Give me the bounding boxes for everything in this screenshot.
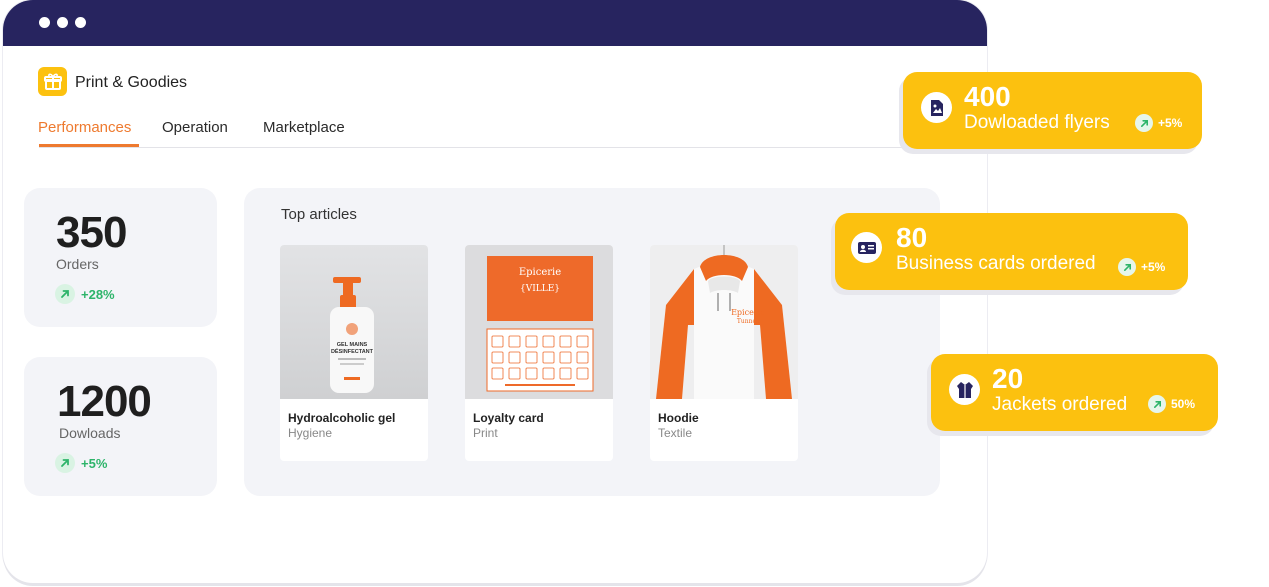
trend-indicator: +5% (1135, 114, 1182, 132)
app-title: Print & Goodies (75, 74, 188, 91)
hoodie-print-line2: Tunnes (737, 318, 759, 325)
badge-value: 20 (992, 363, 1024, 394)
gift-icon (38, 67, 67, 96)
jacket-icon (949, 374, 980, 405)
window-titlebar (3, 0, 987, 46)
article-card-hoodie[interactable]: Epicerie Tunnes Hoodie Textile (650, 245, 798, 461)
article-name: Hydroalcoholic gel (288, 411, 396, 425)
hoodie-print-line1: Epicerie (731, 308, 765, 317)
badge-downloaded-flyers: 400 Dowloaded flyers +5% (903, 72, 1202, 149)
trend-value: +5% (1141, 260, 1166, 274)
article-category: Print (473, 426, 498, 440)
trend-indicator: +5% (55, 453, 107, 473)
stat-label: Orders (56, 256, 99, 272)
article-category: Textile (658, 426, 693, 440)
badge-label: Dowloaded flyers (964, 112, 1110, 133)
trend-value: +5% (1158, 116, 1183, 130)
bottle-label-line1: GEL MAINS (337, 342, 368, 348)
badge-jackets: 20 Jackets ordered 50% (931, 354, 1218, 431)
window-dot[interactable] (57, 17, 68, 28)
trend-indicator: +5% (1118, 258, 1165, 276)
badge-value: 80 (896, 222, 928, 253)
product-image: Epicerie Tunnes (650, 245, 798, 399)
bottle-label-line2: DÉSINFECTANT (331, 347, 374, 355)
badge-value: 400 (964, 81, 1011, 112)
stat-value: 1200 (57, 377, 152, 426)
stat-value: 350 (56, 208, 127, 257)
article-card-loyalty[interactable]: Epicerie {VILLE} Loyalty card Print (465, 245, 613, 461)
card-text-line1: Epicerie (519, 267, 561, 278)
stat-label: Dowloads (59, 425, 121, 441)
tab-marketplace[interactable]: Marketplace (263, 119, 345, 136)
window-dot[interactable] (75, 17, 86, 28)
arrow-up-right-icon (1135, 114, 1153, 132)
business-card-icon (851, 232, 882, 263)
article-name: Hoodie (658, 411, 699, 425)
badge-business-cards: 80 Business cards ordered +5% (835, 213, 1188, 290)
trend-indicator: 50% (1148, 395, 1195, 413)
stat-card-orders: 350 Orders +28% (24, 188, 217, 327)
article-name: Loyalty card (473, 411, 544, 425)
arrow-up-right-icon (55, 284, 75, 304)
arrow-up-right-icon (55, 453, 75, 473)
tab-performances[interactable]: Performances (38, 119, 131, 136)
arrow-up-right-icon (1148, 395, 1166, 413)
window-dot[interactable] (39, 17, 50, 28)
trend-value: +5% (81, 455, 108, 471)
trend-indicator: +28% (55, 284, 115, 304)
card-text-line2: {VILLE} (520, 284, 560, 294)
article-card-gel[interactable]: GEL MAINS DÉSINFECTANT Hydroalcoholic ge… (280, 245, 428, 461)
stat-card-downloads: 1200 Dowloads +5% (24, 357, 217, 496)
browser-window: Print & Goodies Performances Operation M… (3, 0, 987, 583)
product-image: Epicerie {VILLE} (465, 245, 613, 399)
article-category: Hygiene (288, 426, 333, 440)
arrow-up-right-icon (1118, 258, 1136, 276)
section-title: Top articles (281, 206, 357, 223)
badge-label: Jackets ordered (992, 394, 1128, 415)
flyer-icon (921, 92, 952, 123)
badge-label: Business cards ordered (896, 253, 1096, 274)
trend-value: 50% (1171, 397, 1196, 411)
tabs-divider (39, 147, 939, 148)
tab-operation[interactable]: Operation (162, 119, 228, 136)
trend-value: +28% (81, 286, 115, 302)
product-image: GEL MAINS DÉSINFECTANT (280, 245, 428, 399)
